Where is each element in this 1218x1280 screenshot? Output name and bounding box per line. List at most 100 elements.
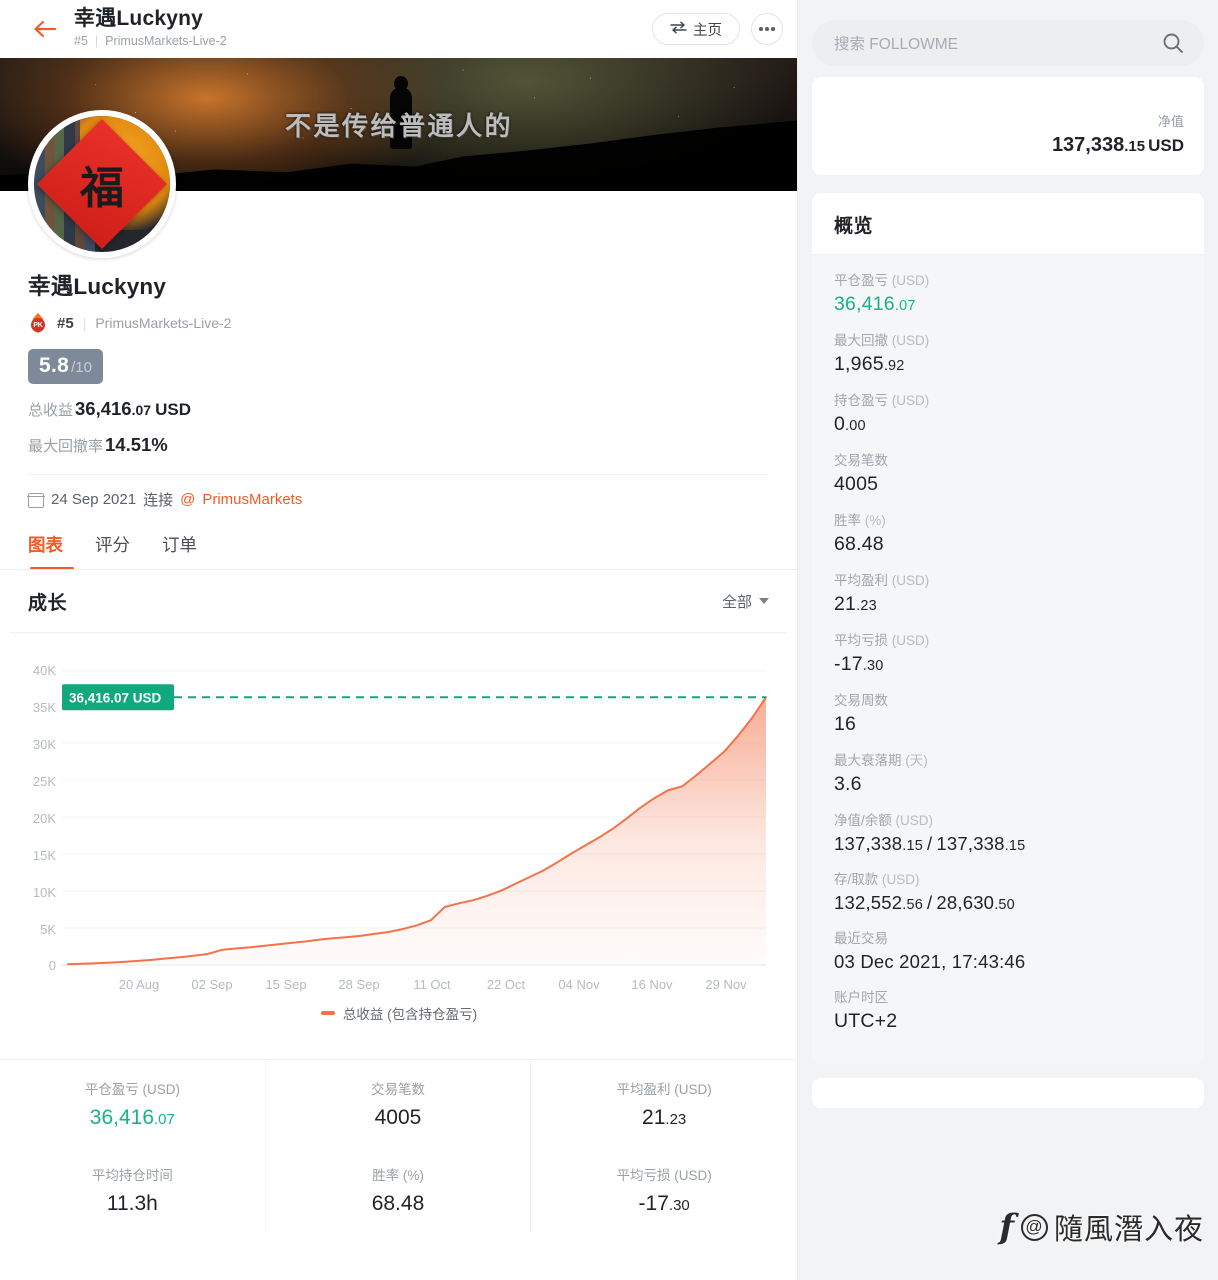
total-return-dec: .07 xyxy=(131,402,152,418)
top-bar-broker-account: PrimusMarkets-Live-2 xyxy=(105,34,227,49)
overview-item-label: 交易周数 xyxy=(834,689,1182,709)
overview-label-text: 胜率 xyxy=(834,513,861,528)
overview-item: 胜率 (%) 68.48 xyxy=(834,509,1182,556)
stat-value: 36,416.07 xyxy=(6,1106,259,1130)
overview-item-label: 最近交易 xyxy=(834,927,1182,947)
svg-text:02 Sep: 02 Sep xyxy=(191,977,232,992)
tab-orders[interactable]: 订单 xyxy=(162,532,197,570)
score-badge: 5.8 /10 xyxy=(28,349,103,384)
watermark-logo: f xyxy=(999,1207,1015,1247)
overview-item-value: 68.48 xyxy=(834,533,884,555)
connect-row: 24 Sep 2021 连接 @ PrimusMarkets xyxy=(27,489,769,510)
overview-value-dec: .00 xyxy=(845,418,866,434)
overview-value-int: -17 xyxy=(834,653,863,675)
stat-value-int: 68.48 xyxy=(371,1192,425,1215)
calendar-icon xyxy=(27,492,45,508)
profile-name: 幸遇Luckyny xyxy=(28,274,167,299)
overview-item-label: 最大衰落期 (天) xyxy=(834,749,1182,769)
total-return-label: 总收益 xyxy=(28,402,74,419)
bottom-stats-grid: 平仓盈亏 (USD) 36,416.07 交易笔数 4005 平均盈利 (USD… xyxy=(0,1059,797,1232)
overview-item-value: 137,338.15/137,338.15 xyxy=(834,833,1182,855)
stat-value-int: 21 xyxy=(642,1106,666,1129)
overview-item-value: 03 Dec 2021, 17:43:46 xyxy=(834,951,1026,972)
search-input[interactable]: 搜索 FOLLOWME xyxy=(812,20,1204,66)
stat-label: 交易笔数 xyxy=(370,1082,425,1097)
stat-cell: 平均盈利 (USD) 21.23 xyxy=(531,1060,797,1146)
overview-item: 持仓盈亏 (USD) 0.00 xyxy=(834,389,1182,436)
profile-divider xyxy=(28,474,769,475)
stat-value-dec: .23 xyxy=(665,1111,687,1128)
growth-title: 成长 xyxy=(28,592,68,614)
stat-cell: 平均持仓时间 11.3h xyxy=(0,1146,266,1232)
net-value-int: 137,338 xyxy=(1051,134,1125,156)
connect-broker-link[interactable]: PrimusMarkets xyxy=(202,491,302,508)
overview-label-unit: (USD) xyxy=(891,573,930,588)
profile-broker-account: PrimusMarkets-Live-2 xyxy=(95,315,232,331)
range-selector[interactable]: 全部 xyxy=(722,591,769,612)
overview-item-label: 账户时区 xyxy=(834,986,1182,1006)
net-value-amount: 137,338.15 USD xyxy=(832,134,1184,157)
tab-rating[interactable]: 评分 xyxy=(95,532,130,570)
home-button[interactable]: 主页 xyxy=(652,13,740,45)
overview-item-label: 平均盈利 (USD) xyxy=(834,569,1182,589)
overview-item-label: 平仓盈亏 (USD) xyxy=(834,269,1182,289)
growth-chart[interactable]: 40K 35K 30K 25K 20K 15K 10K 5K 0 20 Aug … xyxy=(0,633,797,1053)
overview-title: 概览 xyxy=(812,193,1204,255)
overview-item: 最近交易 03 Dec 2021, 17:43:46 xyxy=(834,927,1182,973)
chart-legend: 总收益 (包含持仓盈亏) xyxy=(0,1003,797,1023)
svg-text:16 Nov: 16 Nov xyxy=(631,977,673,992)
tab-charts[interactable]: 图表 xyxy=(28,532,63,570)
overview-label-text: 平仓盈亏 xyxy=(834,273,888,288)
overview-item-label: 净值/余额 (USD) xyxy=(834,809,1182,829)
overview-label-text: 交易周数 xyxy=(834,693,888,708)
svg-text:0: 0 xyxy=(49,958,56,973)
svg-text:29 Nov: 29 Nov xyxy=(705,977,747,992)
stat-value-dec: .30 xyxy=(668,1197,690,1214)
overview-value-int: 1,965 xyxy=(834,353,884,375)
more-options-button[interactable] xyxy=(751,13,783,45)
watermark-at-icon: @ xyxy=(1020,1213,1048,1241)
overview-item-label: 存/取款 (USD) xyxy=(834,868,1182,888)
stat-value-int: 36,416 xyxy=(89,1106,155,1129)
stat-value-dec: .07 xyxy=(154,1111,175,1128)
home-button-label: 主页 xyxy=(693,22,722,39)
stat-value-int: -17 xyxy=(638,1192,669,1215)
avatar[interactable]: 福 xyxy=(28,110,176,258)
overview-item-value: 36,416.07 xyxy=(834,293,1182,316)
search-placeholder: 搜索 FOLLOWME xyxy=(834,36,959,53)
total-return-value: 36,416.07 xyxy=(75,398,151,419)
back-arrow-icon[interactable] xyxy=(30,14,60,44)
search-icon[interactable] xyxy=(1162,32,1184,54)
overview-label-unit: (USD) xyxy=(891,273,930,288)
overview-item: 存/取款 (USD) 132,552.56/28,630.50 xyxy=(834,868,1182,914)
overview-label-text: 平均盈利 xyxy=(834,573,888,588)
overview-card: 概览 平仓盈亏 (USD) 36,416.07 最大回撤 (USD) 1,965… xyxy=(812,193,1204,1064)
overview-item-label: 胜率 (%) xyxy=(834,509,1182,529)
svg-text:20K: 20K xyxy=(33,811,56,826)
svg-text:5K: 5K xyxy=(40,922,56,937)
top-bar-title-block: 幸遇Luckyny #5 | PrimusMarkets-Live-2 xyxy=(74,7,652,51)
svg-text:35K: 35K xyxy=(33,700,56,715)
stat-label: 平仓盈亏 (USD) xyxy=(84,1082,180,1097)
net-value-card: 净值 137,338.15 USD xyxy=(812,77,1204,175)
overview-item: 交易周数 16 xyxy=(834,689,1182,736)
overview-item-value: -17.30 xyxy=(834,653,1182,676)
avatar-fu-glyph: 福 xyxy=(80,163,124,214)
overview-value2-int: 28,630 xyxy=(936,892,995,913)
svg-text:10K: 10K xyxy=(33,885,56,900)
ellipsis-icon xyxy=(771,27,775,31)
stat-cell: 交易笔数 4005 xyxy=(266,1060,532,1146)
overview-item-label: 平均亏损 (USD) xyxy=(834,629,1182,649)
overview-item: 最大回撤 (USD) 1,965.92 xyxy=(834,329,1182,376)
overview-value2-dec: .15 xyxy=(1004,838,1026,854)
overview-label-text: 存/取款 xyxy=(834,872,879,887)
overview-item: 账户时区 UTC+2 xyxy=(834,986,1182,1033)
stat-value-int: 4005 xyxy=(374,1106,422,1129)
net-value-label: 净值 xyxy=(1157,114,1184,129)
overview-value-dec: .15 xyxy=(902,838,924,854)
svg-text:20 Aug: 20 Aug xyxy=(119,977,160,992)
watermark: f @ 隨風潛入夜 xyxy=(999,1206,1204,1248)
overview-label-text: 最大回撤 xyxy=(834,333,888,348)
overview-label-text: 持仓盈亏 xyxy=(834,393,888,408)
stat-label: 胜率 (%) xyxy=(372,1168,424,1183)
